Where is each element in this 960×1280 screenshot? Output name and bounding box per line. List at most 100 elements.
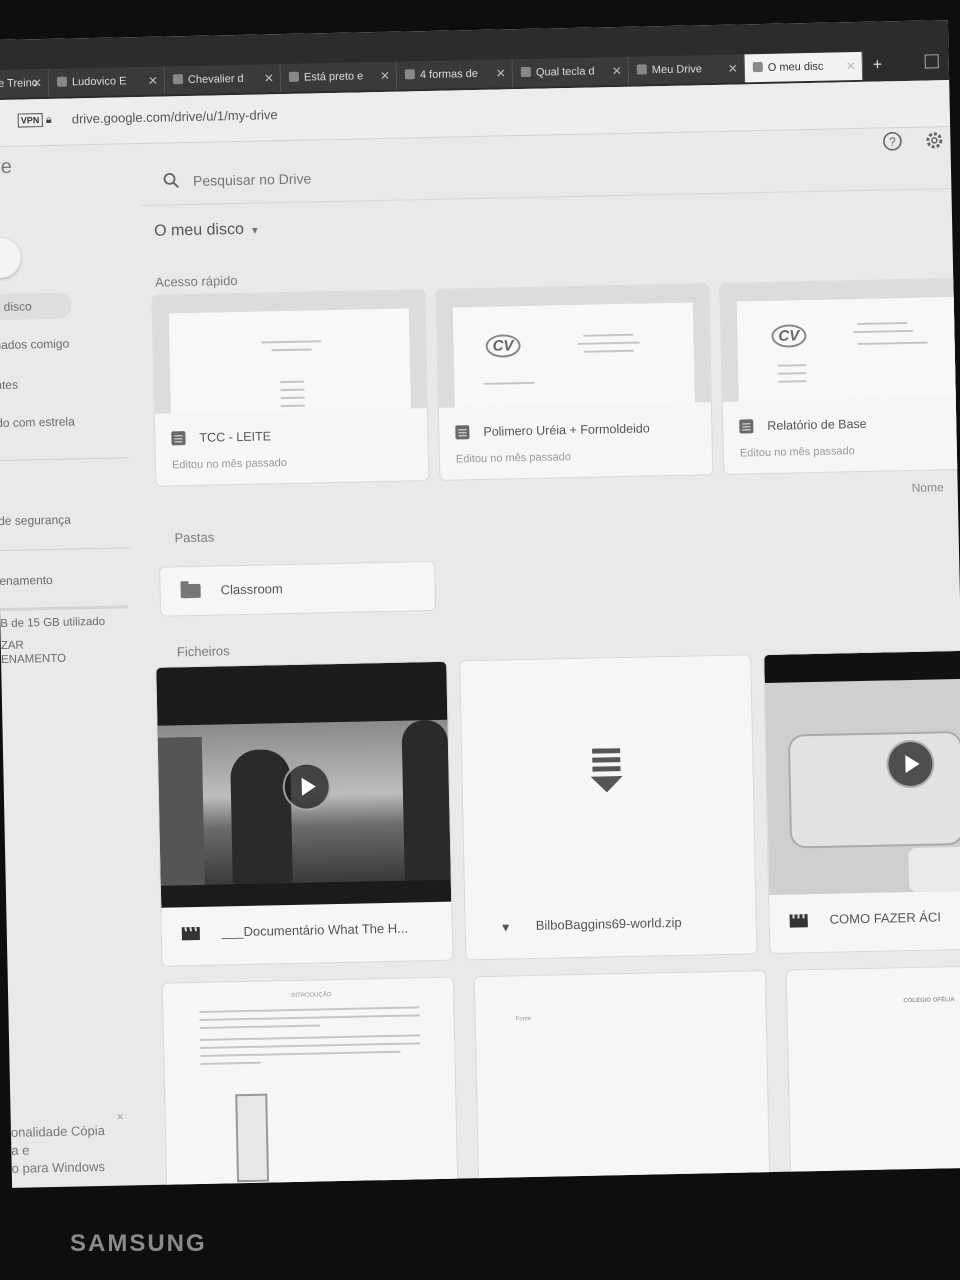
files-title: Ficheiros	[176, 643, 230, 660]
tab-label: Qual tecla d	[535, 65, 595, 79]
file-card-doc[interactable]: COLÉGIO OFÉLIA	[785, 963, 960, 1182]
doc-heading: Fonte	[515, 1016, 532, 1023]
device-brand-logo: SAMSUNG	[70, 1230, 207, 1257]
site-favicon	[288, 71, 300, 82]
tab-6[interactable]: Qual tecla d ✕	[512, 56, 630, 88]
video-icon	[789, 914, 808, 928]
upgrade-storage-link-2[interactable]: ENAMENTO	[1, 653, 66, 666]
doc-thumbnail	[152, 290, 427, 414]
sidebar-divider	[0, 547, 131, 552]
folder-icon	[180, 583, 201, 599]
lock-icon[interactable]: 🔒︎	[46, 114, 52, 127]
drive-screen: de Treino ✕ Ludovico E ✕ Chevalier d ✕ Está…	[0, 20, 960, 1188]
drive-favicon	[752, 61, 763, 73]
doc-thumbnail: CV	[720, 278, 960, 402]
file-name: COMO FAZER ÁCI	[829, 909, 942, 927]
zip-thumbnail	[460, 655, 756, 902]
tab-label: Está preto e	[303, 70, 364, 84]
cv-logo: CV	[485, 334, 521, 358]
beaker-shape	[908, 846, 960, 893]
folder-card[interactable]: Classroom	[159, 560, 437, 617]
search-icon[interactable]	[163, 172, 179, 188]
close-icon[interactable]: ✕	[380, 62, 391, 90]
tab-8-active[interactable]: O meu disc ✕	[744, 51, 864, 83]
doc-icon	[739, 419, 754, 434]
tab-1[interactable]: de Treino ✕	[0, 68, 50, 99]
video-thumbnail	[156, 661, 452, 908]
video-thumbnail	[764, 650, 960, 896]
doc-page: CV	[452, 302, 695, 408]
tab-4[interactable]: Está preto e ✕	[280, 61, 398, 93]
url-field[interactable]: drive.google.com/drive/u/1/my-drive	[72, 107, 278, 126]
tab-label: Chevalier d	[187, 72, 244, 86]
tab-label: 4 formas de	[419, 67, 479, 82]
person-shape	[230, 749, 293, 885]
svg-text:?: ?	[889, 135, 896, 149]
tab-label: Meu Drive	[651, 63, 703, 77]
drive-brand[interactable]: ve	[0, 156, 12, 179]
notification-popup[interactable]: onalidade Cópia a e o para Windows	[11, 1121, 130, 1177]
my-drive-title[interactable]: O meu disco ▼	[154, 221, 260, 241]
quick-access-card[interactable]: CV Polimero Uréia + Formoldeido Editou n…	[435, 283, 714, 481]
file-name: ___Documentário What The H...	[221, 920, 409, 940]
column-figure	[235, 1093, 270, 1183]
page-title: O meu disco	[153, 220, 245, 240]
sidebar-item-recent[interactable]: ntes	[0, 378, 18, 392]
folders-title: Pastas	[174, 529, 215, 546]
sidebar-item-backups[interactable]: de segurança	[0, 513, 71, 529]
chevron-down-icon: ▼	[249, 225, 260, 237]
zip-icon	[590, 748, 623, 793]
tree-shape	[157, 736, 205, 886]
close-icon[interactable]: ✕	[32, 69, 43, 97]
file-name: Relatório de Base	[767, 416, 867, 433]
restore-window-icon[interactable]	[924, 54, 939, 69]
help-icon[interactable]: ?	[882, 131, 902, 151]
doc-thumbnail: CV	[436, 284, 711, 408]
person-shape	[401, 719, 451, 881]
doc-heading: COLÉGIO OFÉLIA	[903, 997, 955, 1005]
close-icon[interactable]: ✕	[264, 64, 275, 92]
sidebar-divider	[0, 457, 129, 462]
storage-bar	[0, 605, 129, 612]
sidebar-item-shared[interactable]: hados comigo	[0, 337, 69, 353]
zip-file-icon: ▼	[499, 920, 512, 935]
sort-by-name-button[interactable]: Nome	[912, 480, 944, 495]
drive-favicon	[636, 64, 647, 75]
sidebar-item-storage[interactable]: enamento	[0, 573, 53, 588]
file-card-zip[interactable]: ▼ BilboBaggins69-world.zip	[459, 654, 758, 961]
gear-icon[interactable]	[924, 130, 944, 150]
folder-name: Classroom	[220, 581, 283, 598]
popup-line: o para Windows	[11, 1158, 106, 1176]
close-icon[interactable]: ✕	[148, 67, 159, 95]
file-card-doc[interactable]: Fonte	[473, 970, 771, 1188]
file-name: Polimero Uréia + Formoldeido	[483, 421, 650, 439]
doc-heading: INTRODUÇÃO	[291, 992, 332, 1000]
tab-7[interactable]: Meu Drive ✕	[628, 54, 746, 85]
close-icon[interactable]: ✕	[727, 54, 738, 82]
quick-access-card[interactable]: TCC - LEITE Editou no mês passado	[151, 289, 430, 487]
doc-page: CV	[736, 296, 960, 402]
sidebar-item-my-drive[interactable]: u disco	[0, 292, 72, 321]
video-favicon	[56, 76, 68, 87]
file-name: TCC - LEITE	[199, 429, 272, 445]
tab-2[interactable]: Ludovico E ✕	[48, 66, 166, 97]
doc-icon	[455, 425, 470, 440]
close-icon[interactable]: ✕	[612, 57, 623, 85]
tab-5[interactable]: 4 formas de ✕	[396, 59, 514, 90]
sidebar-item-starred[interactable]: do com estrela	[0, 414, 75, 430]
vpn-badge[interactable]: VPN	[17, 113, 43, 128]
file-card-video[interactable]: ___Documentário What The H...	[155, 660, 454, 967]
close-icon[interactable]: ✕	[845, 52, 856, 80]
close-icon[interactable]: ✕	[496, 59, 507, 87]
file-card-video-2[interactable]: COMO FAZER ÁCI	[763, 649, 960, 955]
new-button[interactable]	[0, 237, 22, 279]
video-letterbox	[764, 650, 960, 684]
new-tab-button[interactable]: +	[873, 51, 883, 79]
file-card-doc[interactable]: INTRODUÇÃO	[161, 976, 459, 1188]
search-input[interactable]	[190, 156, 716, 194]
quick-access-card[interactable]: CV Relatório de Base Editou no mês passa…	[719, 277, 960, 475]
site-favicon	[404, 69, 415, 80]
tab-3[interactable]: Chevalier d ✕	[164, 64, 282, 95]
file-subtitle: Editou no mês passado	[171, 457, 288, 472]
upgrade-storage-link[interactable]: ZAR	[1, 640, 24, 652]
